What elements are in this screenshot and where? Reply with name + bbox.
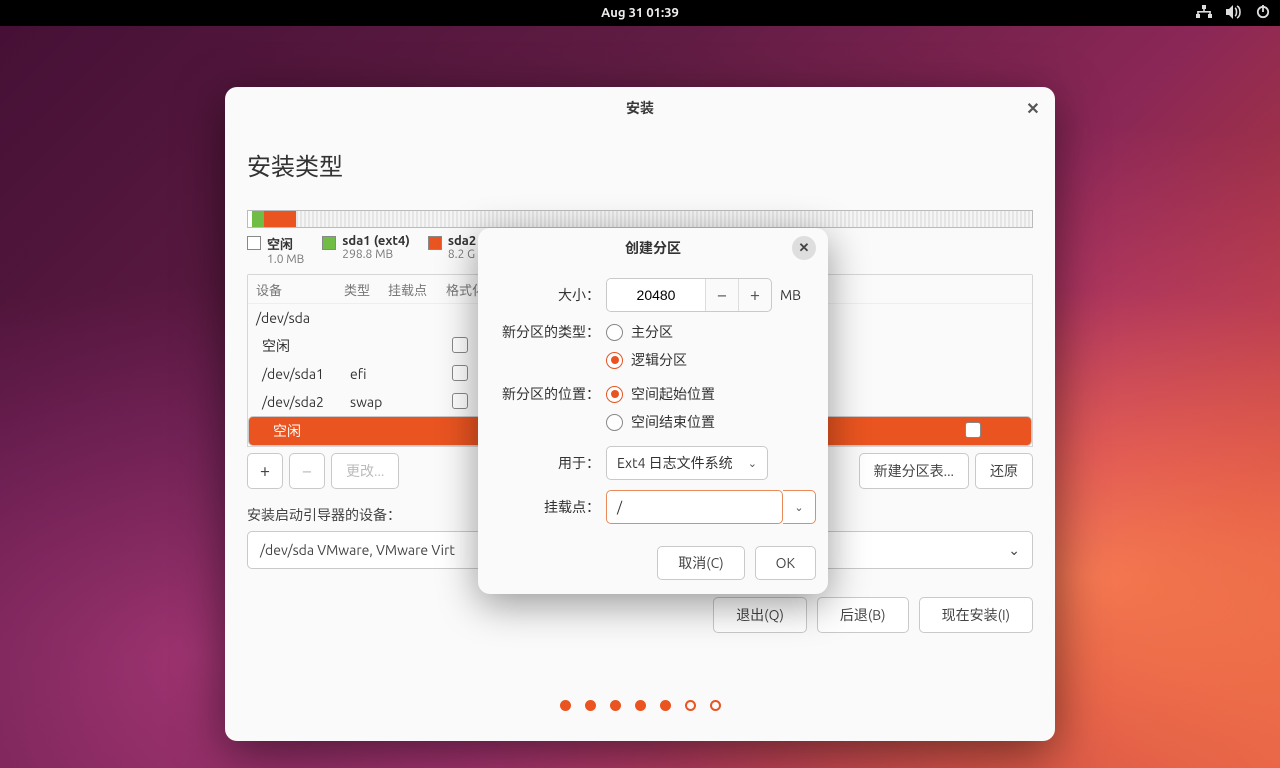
- system-tray: [1196, 5, 1270, 22]
- partition-bar: [247, 210, 1033, 228]
- chevron-down-icon: ⌄: [748, 457, 757, 470]
- format-checkbox[interactable]: [452, 393, 468, 409]
- add-partition-button[interactable]: +: [247, 453, 283, 489]
- col-mount: 挂载点: [388, 280, 444, 299]
- filesystem-select[interactable]: Ext4 日志文件系统 ⌄: [606, 446, 768, 480]
- filesystem-value: Ext4 日志文件系统: [617, 453, 733, 473]
- radio-primary[interactable]: [606, 324, 623, 341]
- use-as-label: 用于：: [490, 453, 606, 473]
- mount-point-label: 挂载点：: [490, 497, 606, 517]
- install-now-button[interactable]: 现在安装(I): [919, 597, 1033, 633]
- volume-icon[interactable]: [1226, 5, 1242, 22]
- radio-end[interactable]: [606, 414, 623, 431]
- mount-point-dropdown-button[interactable]: ⌄: [783, 490, 816, 524]
- mount-point-combo[interactable]: /: [606, 490, 783, 524]
- location-label: 新分区的位置：: [490, 384, 606, 404]
- chevron-down-icon: ⌄: [794, 501, 803, 514]
- format-checkbox[interactable]: [965, 422, 981, 438]
- close-icon[interactable]: ✕: [792, 236, 816, 260]
- new-partition-table-button[interactable]: 新建分区表...: [859, 453, 969, 489]
- legend-swap-label: sda2: [448, 234, 476, 248]
- size-increase-button[interactable]: +: [738, 279, 771, 311]
- close-icon[interactable]: ✕: [1023, 98, 1043, 118]
- revert-button[interactable]: 还原: [975, 453, 1033, 489]
- quit-button[interactable]: 退出(Q): [713, 597, 807, 633]
- format-checkbox[interactable]: [452, 337, 468, 353]
- change-partition-button[interactable]: 更改...: [331, 453, 399, 489]
- radio-begin-label: 空间起始位置: [631, 384, 715, 404]
- radio-begin[interactable]: [606, 386, 623, 403]
- radio-logical-label: 逻辑分区: [631, 350, 687, 370]
- clock-text: Aug 31 01:39: [601, 6, 679, 20]
- bootloader-value: /dev/sda VMware, VMware Virt: [260, 542, 455, 558]
- legend-ext4-size: 298.8 MB: [342, 248, 410, 261]
- dialog-titlebar: 创建分区 ✕: [490, 228, 816, 268]
- legend-ext4-label: sda1 (ext4): [342, 234, 410, 248]
- cancel-button[interactable]: 取消(C): [657, 546, 744, 580]
- legend-free-size: 1.0 MB: [267, 253, 304, 266]
- size-spinner: − +: [606, 278, 772, 312]
- radio-end-label: 空间结束位置: [631, 412, 715, 432]
- window-title: 安装: [626, 98, 654, 118]
- remove-partition-button[interactable]: −: [289, 453, 325, 489]
- size-label: 大小：: [490, 285, 606, 305]
- top-bar: Aug 31 01:39: [0, 0, 1280, 26]
- chevron-down-icon: ⌄: [1008, 542, 1020, 559]
- col-device: 设备: [248, 280, 344, 299]
- radio-logical[interactable]: [606, 352, 623, 369]
- dialog-title: 创建分区: [625, 238, 681, 258]
- power-icon[interactable]: [1256, 5, 1270, 22]
- size-input[interactable]: [607, 279, 705, 311]
- desktop: Aug 31 01:39 安装 ✕ 安装类型 空闲1.0 MB sda1 (ex…: [0, 0, 1280, 768]
- ok-button[interactable]: OK: [755, 546, 816, 580]
- col-type: 类型: [344, 280, 388, 299]
- progress-dots: [225, 700, 1055, 711]
- format-checkbox[interactable]: [452, 365, 468, 381]
- radio-primary-label: 主分区: [631, 322, 673, 342]
- create-partition-dialog: 创建分区 ✕ 大小： − + MB 新分区的类型： 主分区 逻辑分区 新分区的位…: [478, 228, 828, 594]
- partition-type-label: 新分区的类型：: [490, 322, 606, 342]
- window-titlebar: 安装 ✕: [225, 87, 1055, 129]
- page-title: 安装类型: [247, 147, 1033, 182]
- legend-free-label: 空闲: [267, 234, 304, 253]
- mount-point-value: /: [617, 499, 622, 515]
- size-unit: MB: [780, 287, 801, 303]
- back-button[interactable]: 后退(B): [817, 597, 909, 633]
- legend-swap-size: 8.2 G: [448, 248, 476, 261]
- size-decrease-button[interactable]: −: [705, 279, 738, 311]
- network-icon[interactable]: [1196, 5, 1212, 22]
- footer-actions: 退出(Q) 后退(B) 现在安装(I): [247, 597, 1033, 633]
